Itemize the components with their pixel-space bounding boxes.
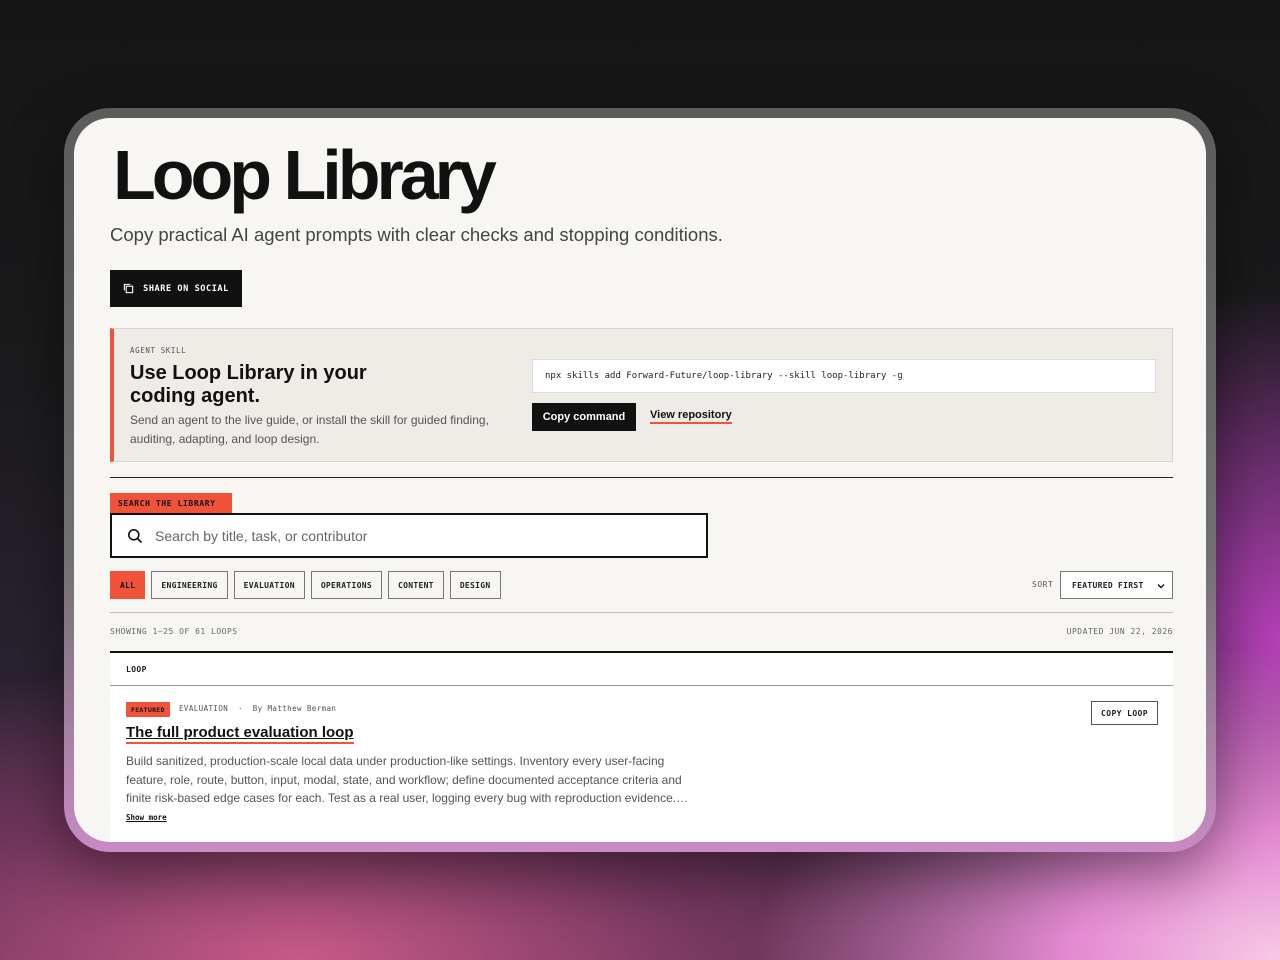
agent-skill-panel: AGENT SKILL Use Loop Library in your cod…: [110, 328, 1173, 462]
filter-content[interactable]: CONTENT: [387, 571, 444, 599]
section-divider: [110, 477, 1173, 478]
chevron-down-icon: [1157, 584, 1165, 589]
table-row: FEATURED EVALUATION · By Matthew Berman …: [110, 686, 1173, 842]
search-icon: [128, 528, 143, 543]
table-header: LOOP: [110, 651, 1173, 686]
loop-category: EVALUATION: [179, 704, 229, 713]
loop-author: By Matthew Berman: [252, 704, 337, 713]
category-filters: ALL ENGINEERING EVALUATION OPERATIONS CO…: [110, 571, 501, 599]
sort-select[interactable]: FEATURED FIRST: [1060, 571, 1173, 599]
share-button-label: SHARE ON SOCIAL: [143, 283, 229, 294]
search-input[interactable]: [155, 527, 675, 544]
sort-selected-value: FEATURED FIRST: [1072, 580, 1144, 590]
sort-label: SORT: [1032, 580, 1054, 589]
page-title: Loop Library: [113, 136, 497, 214]
search-label: SEARCH THE LIBRARY: [110, 493, 232, 513]
loop-meta: EVALUATION · By Matthew Berman: [179, 704, 336, 713]
page-subtitle: Copy practical AI agent prompts with cle…: [110, 224, 723, 245]
install-command-field[interactable]: npx skills add Forward-Future/loop-libra…: [532, 359, 1156, 393]
results-count: SHOWING 1–25 OF 61 LOOPS: [110, 627, 238, 636]
agent-skill-description: Send an agent to the live guide, or inst…: [130, 413, 489, 446]
show-more-link[interactable]: Show more: [126, 813, 167, 822]
filter-design[interactable]: DESIGN: [449, 571, 501, 599]
filters-divider: [110, 612, 1173, 613]
copy-icon: [123, 283, 134, 294]
filter-all[interactable]: ALL: [110, 571, 146, 599]
agent-skill-title: Use Loop Library in your coding agent.: [130, 362, 367, 407]
search-box[interactable]: [110, 513, 708, 558]
app-screen: Loop Library Copy practical AI agent pro…: [74, 118, 1206, 842]
updated-date: UPDATED JUN 22, 2026: [1066, 627, 1173, 636]
filter-engineering[interactable]: ENGINEERING: [151, 571, 228, 599]
view-repository-link[interactable]: View repository: [650, 409, 732, 424]
meta-separator: ·: [233, 704, 253, 713]
filter-operations[interactable]: OPERATIONS: [310, 571, 382, 599]
loop-description: Build sanitized, production-scale local …: [126, 754, 689, 805]
filter-evaluation[interactable]: EVALUATION: [233, 571, 305, 599]
featured-badge: FEATURED: [126, 702, 170, 717]
share-on-social-button[interactable]: SHARE ON SOCIAL: [110, 270, 242, 307]
column-header-loop: LOOP: [126, 665, 147, 674]
loop-title-link[interactable]: The full product evaluation loop: [126, 724, 354, 744]
copy-command-button[interactable]: Copy command: [532, 403, 636, 431]
agent-skill-kicker: AGENT SKILL: [130, 346, 187, 355]
copy-loop-button[interactable]: COPY LOOP: [1091, 701, 1158, 725]
